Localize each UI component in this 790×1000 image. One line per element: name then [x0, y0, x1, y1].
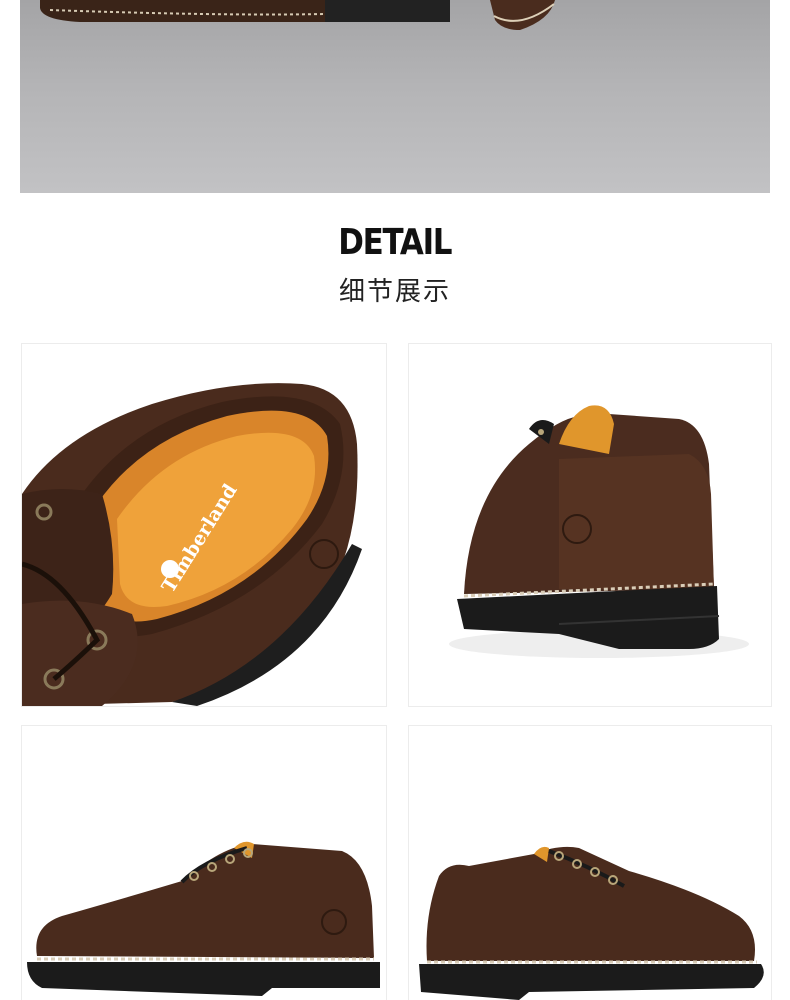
hero-right-shoe [490, 0, 555, 30]
hero-photo [20, 0, 770, 193]
hero-left-heel [325, 0, 450, 22]
shoe-upper [36, 844, 375, 958]
side-left-illustration [27, 841, 380, 996]
detail-subtitle: 细节展示 [338, 277, 451, 307]
heel-view-illustration [449, 405, 749, 658]
side-right-illustration [419, 846, 764, 1000]
tree-logo-icon [161, 560, 179, 578]
detail-photo-side-left [22, 726, 386, 1000]
shoe-upper [426, 846, 755, 961]
heel-counter [559, 454, 714, 589]
eyelet-icon [538, 429, 544, 435]
detail-heading: DETAIL 细节展示 [0, 222, 790, 308]
detail-photo-heel [409, 344, 771, 706]
hero-shoes-illustration [40, 0, 555, 30]
shoe-sole [419, 964, 764, 1000]
detail-title: DETAIL [338, 222, 452, 263]
detail-photo-insole: Timberland [22, 344, 386, 706]
detail-photo-side-right [409, 726, 771, 1000]
insole-closeup-illustration: Timberland [22, 383, 362, 706]
shoe-sole [27, 962, 380, 996]
